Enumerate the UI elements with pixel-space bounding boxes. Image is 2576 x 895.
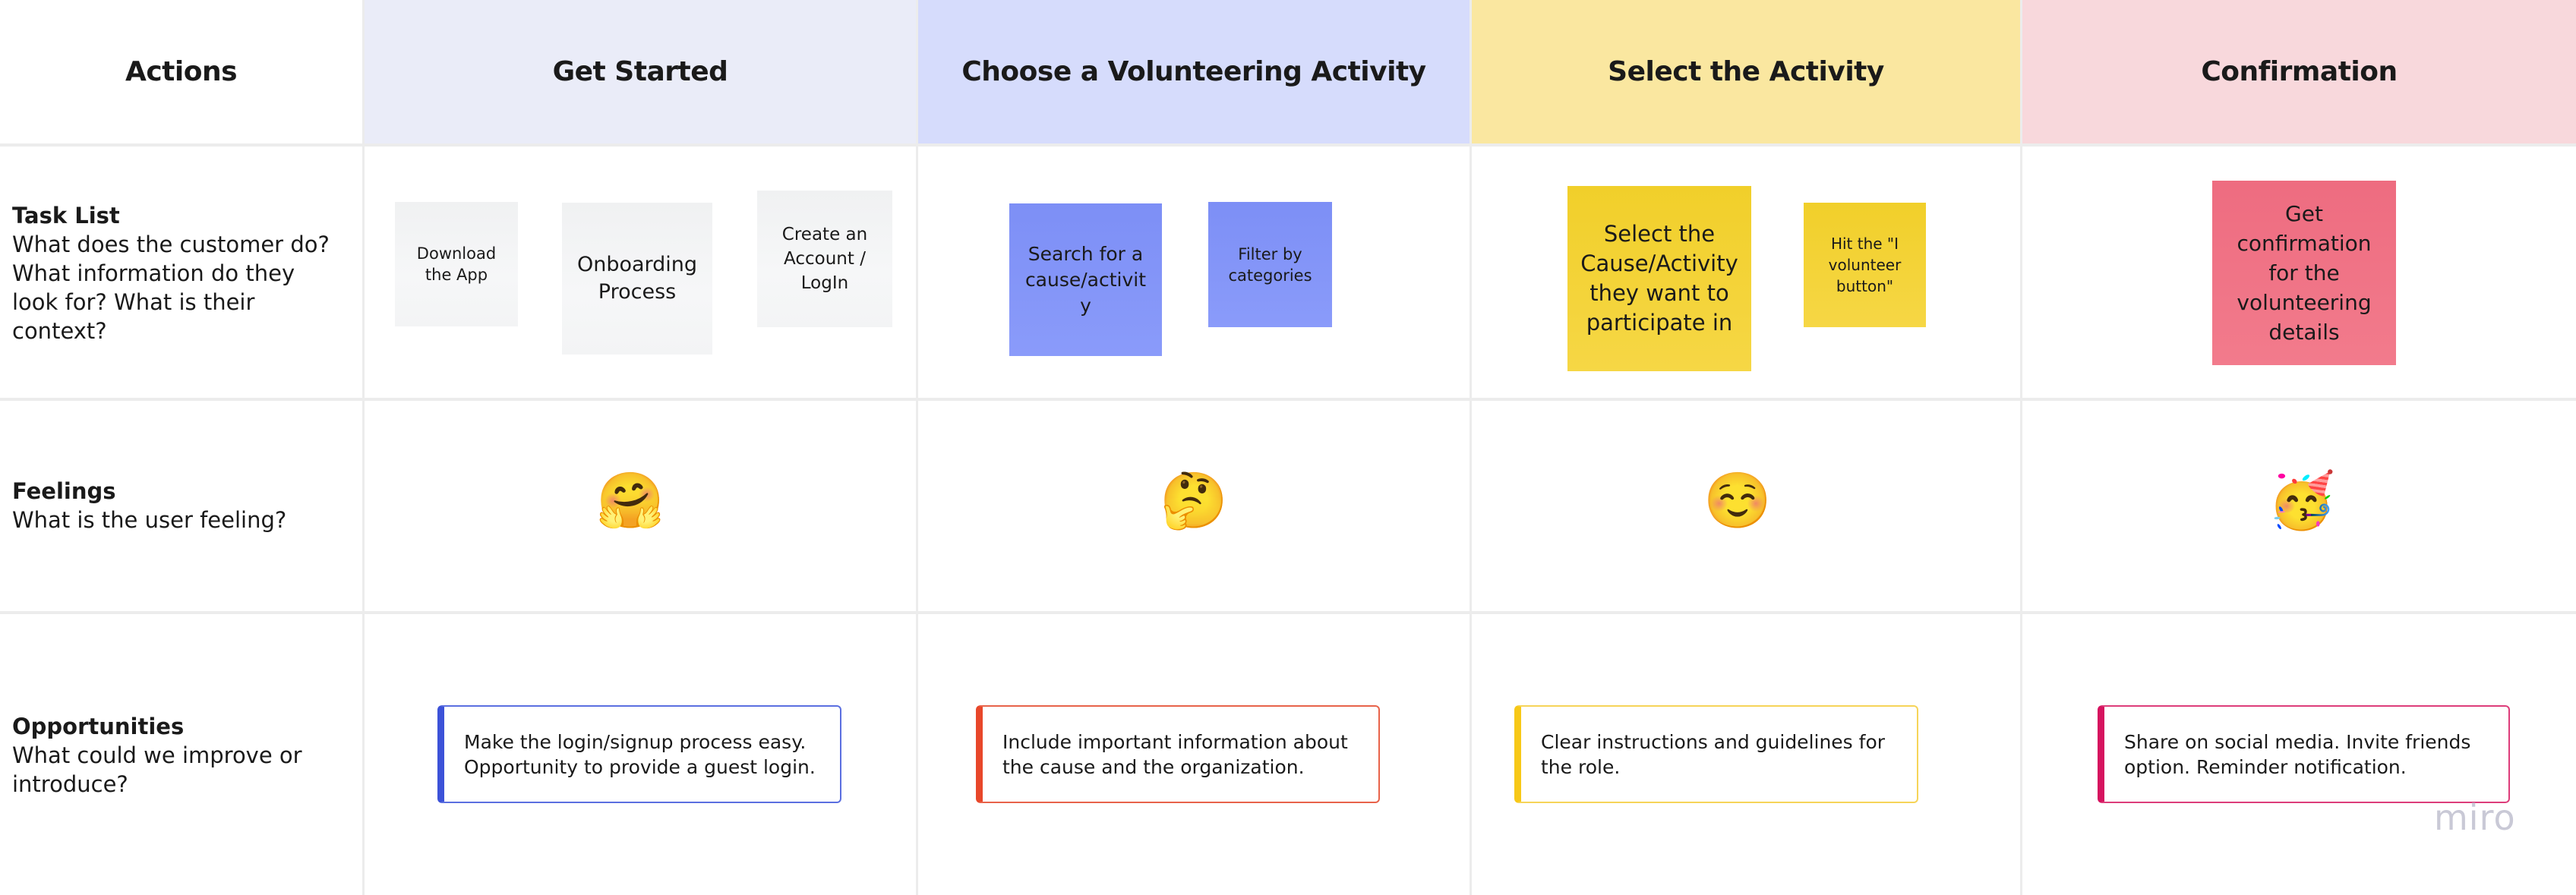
grid-divider — [0, 398, 2576, 401]
grid-divider — [0, 143, 2576, 147]
sticky-note[interactable]: Select the Cause/Activity they want to p… — [1567, 186, 1751, 371]
grid-divider — [1470, 0, 1472, 895]
opportunity-card-text: Share on social media. Invite friends op… — [2124, 730, 2471, 778]
row-label-opportunities: Opportunities What could we improve or i… — [12, 712, 354, 799]
row-title: Feelings — [12, 478, 116, 504]
sticky-note[interactable]: Get confirmation for the volunteering de… — [2212, 181, 2396, 365]
sticky-note-text: Create an Account / LogIn — [781, 225, 868, 293]
header-actions: Actions — [0, 0, 362, 143]
header-choose-activity: Choose a Volunteering Activity — [918, 0, 1470, 143]
header-confirmation-label: Confirmation — [2201, 56, 2398, 87]
row-label-task-list: Task List What does the customer do? Wha… — [12, 201, 354, 345]
sticky-note-text: Download the App — [416, 244, 497, 284]
row-description: What is the user feeling? — [12, 507, 287, 533]
row-description: What does the customer do? What informat… — [12, 232, 330, 344]
miro-logo: miro — [2434, 797, 2516, 838]
opportunity-card[interactable]: Include important information about the … — [976, 705, 1380, 803]
opportunity-card[interactable]: Share on social media. Invite friends op… — [2098, 705, 2510, 803]
sticky-note[interactable]: Onboarding Process — [562, 203, 712, 355]
sticky-note[interactable]: Filter by categories — [1208, 202, 1332, 327]
grid-divider — [0, 611, 2576, 614]
opportunity-card[interactable]: Clear instructions and guidelines for th… — [1514, 705, 1918, 803]
sticky-note-text: Onboarding Process — [576, 253, 698, 304]
opportunity-card-text: Make the login/signup process easy. Oppo… — [464, 730, 816, 778]
header-select-activity-label: Select the Activity — [1608, 56, 1884, 87]
header-choose-activity-label: Choose a Volunteering Activity — [961, 56, 1426, 87]
opportunity-card-text: Include important information about the … — [1002, 730, 1348, 778]
grid-divider — [362, 0, 365, 895]
customer-journey-board: Actions Get Started Choose a Volunteerin… — [0, 0, 2576, 895]
partying-face-icon: 🥳 — [2268, 471, 2336, 531]
row-title: Opportunities — [12, 714, 185, 739]
header-confirmation: Confirmation — [2022, 0, 2576, 143]
smiling-face-icon: ☺️ — [1703, 471, 1772, 531]
thinking-face-icon: 🤔 — [1160, 471, 1228, 531]
row-label-feelings: Feelings What is the user feeling? — [12, 477, 354, 534]
opportunity-card-text: Clear instructions and guidelines for th… — [1541, 730, 1886, 778]
sticky-note-text: Search for a cause/activity — [1024, 242, 1147, 317]
sticky-note[interactable]: Create an Account / LogIn — [757, 191, 892, 327]
sticky-note-text: Hit the "I volunteer button" — [1828, 235, 1902, 295]
grid-divider — [2020, 0, 2022, 895]
sticky-note-text: Select the Cause/Activity they want to p… — [1580, 221, 1738, 336]
sticky-note[interactable]: Hit the "I volunteer button" — [1804, 203, 1926, 327]
sticky-note-text: Get confirmation for the volunteering de… — [2237, 201, 2372, 345]
hugging-face-icon: 🤗 — [596, 471, 665, 531]
row-title: Task List — [12, 203, 120, 228]
grid-divider — [916, 0, 918, 895]
header-select-activity: Select the Activity — [1472, 0, 2020, 143]
opportunity-card[interactable]: Make the login/signup process easy. Oppo… — [437, 705, 841, 803]
row-description: What could we improve or introduce? — [12, 742, 302, 797]
sticky-note[interactable]: Download the App — [395, 202, 518, 326]
header-actions-label: Actions — [125, 56, 238, 87]
sticky-note[interactable]: Search for a cause/activity — [1009, 203, 1162, 356]
sticky-note-text: Filter by categories — [1228, 244, 1312, 285]
header-get-started-label: Get Started — [552, 56, 728, 87]
header-get-started: Get Started — [365, 0, 916, 143]
